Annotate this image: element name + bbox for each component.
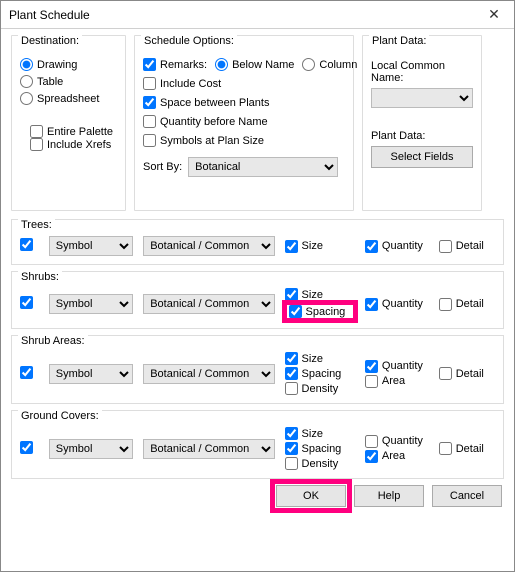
ok-button[interactable]: OK: [276, 485, 346, 507]
trees-enable-check[interactable]: [20, 238, 33, 251]
check-include-xrefs[interactable]: Include Xrefs: [30, 138, 117, 151]
radio-table[interactable]: Table: [20, 75, 117, 88]
check-include-cost[interactable]: Include Cost: [143, 77, 345, 90]
shrubs-size-check[interactable]: Size: [285, 288, 355, 301]
sort-row: Sort By: Botanical: [143, 157, 345, 177]
gc-symbol-combo[interactable]: Symbol: [49, 439, 133, 459]
trees-quantity-check[interactable]: Quantity: [365, 240, 423, 253]
shrubs-symbol-combo[interactable]: Symbol: [49, 294, 133, 314]
check-entire-palette-input[interactable]: [30, 125, 43, 138]
radio-spreadsheet-input[interactable]: [20, 92, 33, 105]
select-fields-button[interactable]: Select Fields: [371, 146, 473, 168]
window-title: Plant Schedule: [9, 8, 90, 22]
check-space-between[interactable]: Space between Plants: [143, 96, 345, 109]
shrubs-legend: Shrubs:: [18, 271, 62, 283]
cancel-button[interactable]: Cancel: [432, 485, 502, 507]
shrubareas-symbol-combo[interactable]: Symbol: [49, 364, 133, 384]
check-space-between-input[interactable]: [143, 96, 156, 109]
dialog-content: Destination: Drawing Table Spreadsheet E…: [1, 29, 514, 517]
gc-enable-check[interactable]: [20, 441, 33, 454]
section-shrubs: Shrubs: Symbol Botanical / Common Size S…: [11, 271, 504, 329]
gc-spacing-check[interactable]: Spacing: [285, 442, 355, 455]
gc-name-combo[interactable]: Botanical / Common: [143, 439, 274, 459]
shrub-areas-legend: Shrub Areas:: [18, 335, 88, 347]
trees-size-check[interactable]: Size: [285, 240, 323, 253]
radio-drawing[interactable]: Drawing: [20, 58, 117, 71]
check-qty-before-input[interactable]: [143, 115, 156, 128]
close-button[interactable]: ✕: [474, 1, 514, 29]
shrubareas-name-combo[interactable]: Botanical / Common: [143, 364, 274, 384]
radio-drawing-input[interactable]: [20, 58, 33, 71]
trees-symbol-combo[interactable]: Symbol: [49, 236, 133, 256]
shrubareas-enable-check[interactable]: [20, 366, 33, 379]
sortby-combo[interactable]: Botanical: [188, 157, 338, 177]
ground-covers-legend: Ground Covers:: [18, 410, 102, 422]
check-symbols-plan[interactable]: Symbols at Plan Size: [143, 134, 345, 147]
shrubareas-quantity-check[interactable]: Quantity: [365, 360, 429, 373]
check-entire-palette[interactable]: Entire Palette: [30, 125, 117, 138]
radio-below-name[interactable]: Below Name: [215, 58, 294, 71]
shrubs-spacing-check[interactable]: Spacing: [285, 303, 355, 320]
group-plantdata: Plant Data: Local Common Name: Plant Dat…: [362, 35, 482, 211]
check-remarks[interactable]: Remarks:: [143, 58, 207, 71]
check-remarks-input[interactable]: [143, 58, 156, 71]
shrubareas-detail-check[interactable]: Detail: [439, 367, 495, 380]
check-qty-before[interactable]: Quantity before Name: [143, 115, 345, 128]
sortby-label: Sort By:: [143, 161, 182, 173]
group-options: Schedule Options: Remarks: Below Name Co…: [134, 35, 354, 211]
check-symbols-plan-input[interactable]: [143, 134, 156, 147]
trees-legend: Trees:: [18, 219, 55, 231]
section-trees: Trees: Symbol Botanical / Common Size Qu…: [11, 219, 504, 265]
shrubareas-area-check[interactable]: Area: [365, 375, 429, 388]
trees-detail-check[interactable]: Detail: [439, 240, 495, 253]
titlebar: Plant Schedule ✕: [1, 1, 514, 29]
check-include-cost-input[interactable]: [143, 77, 156, 90]
close-icon: ✕: [488, 6, 500, 23]
trees-name-combo[interactable]: Botanical / Common: [143, 236, 274, 256]
gc-area-check[interactable]: Area: [365, 450, 429, 463]
section-ground-covers: Ground Covers: Symbol Botanical / Common…: [11, 410, 504, 479]
gc-size-check[interactable]: Size: [285, 427, 355, 440]
shrubs-enable-check[interactable]: [20, 296, 33, 309]
shrubareas-spacing-check[interactable]: Spacing: [285, 367, 355, 380]
gc-detail-check[interactable]: Detail: [439, 442, 495, 455]
lcn-combo[interactable]: [371, 88, 473, 108]
gc-quantity-check[interactable]: Quantity: [365, 435, 429, 448]
pd-label: Plant Data:: [371, 130, 473, 142]
check-include-xrefs-input[interactable]: [30, 138, 43, 151]
top-row: Destination: Drawing Table Spreadsheet E…: [11, 35, 504, 211]
radio-column-input[interactable]: [302, 58, 315, 71]
shrubareas-size-check[interactable]: Size: [285, 352, 355, 365]
lcn-label: Local Common Name:: [371, 60, 473, 84]
radio-spreadsheet[interactable]: Spreadsheet: [20, 92, 117, 105]
footer: OK Help Cancel: [11, 485, 504, 507]
radio-table-input[interactable]: [20, 75, 33, 88]
options-legend: Schedule Options:: [141, 35, 237, 47]
help-button[interactable]: Help: [354, 485, 424, 507]
shrubs-name-combo[interactable]: Botanical / Common: [143, 294, 274, 314]
shrubareas-density-check[interactable]: Density: [285, 382, 355, 395]
group-destination: Destination: Drawing Table Spreadsheet E…: [11, 35, 126, 211]
plantdata-legend: Plant Data:: [369, 35, 429, 47]
destination-legend: Destination:: [18, 35, 82, 47]
shrubs-quantity-check[interactable]: Quantity: [365, 298, 429, 311]
section-shrub-areas: Shrub Areas: Symbol Botanical / Common S…: [11, 335, 504, 404]
shrubs-detail-check[interactable]: Detail: [439, 298, 495, 311]
radio-column[interactable]: Column: [302, 58, 357, 71]
gc-density-check[interactable]: Density: [285, 457, 355, 470]
radio-below-name-input[interactable]: [215, 58, 228, 71]
